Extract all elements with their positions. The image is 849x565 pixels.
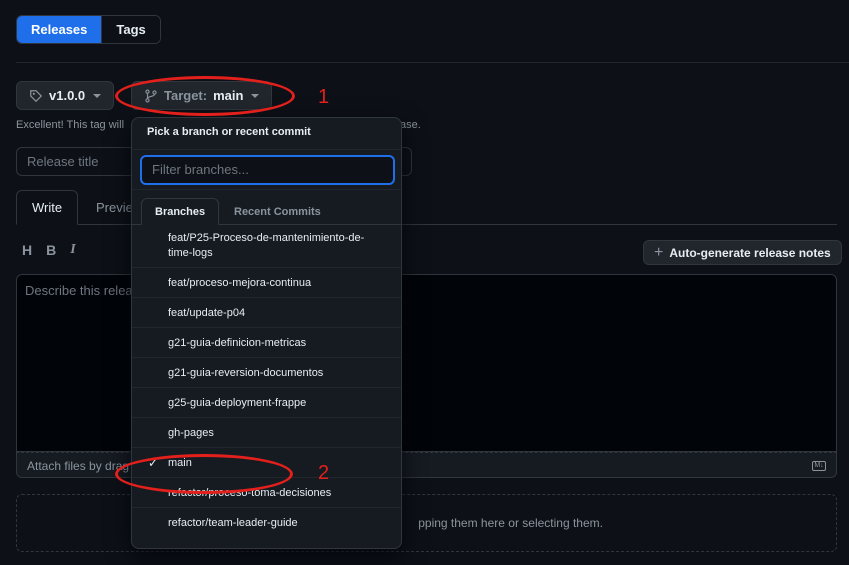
- divider: [16, 62, 849, 63]
- bold-button[interactable]: B: [46, 242, 56, 258]
- tab-releases[interactable]: Releases: [17, 16, 102, 43]
- branch-item[interactable]: feat/update-p04: [132, 297, 401, 327]
- annotation-number-2: 2: [318, 462, 330, 484]
- auto-generate-label: Auto-generate release notes: [669, 245, 831, 260]
- annotation-ellipse-1: [115, 76, 295, 116]
- branch-name: gh-pages: [168, 426, 214, 439]
- chevron-down-icon: [93, 93, 102, 98]
- branch-name: refactor/team-leader-guide: [168, 516, 298, 529]
- tag-helper-text-tail: ase.: [400, 119, 421, 131]
- tag-select-label: v1.0.0: [49, 88, 86, 103]
- branch-name: feat/proceso-mejora-continua: [168, 276, 312, 289]
- filter-wrap: Filter branches...: [132, 150, 401, 190]
- branch-item[interactable]: g21-guia-definicion-metricas: [132, 327, 401, 357]
- markdown-toolbar: H B I: [22, 242, 76, 258]
- attach-files-label: Attach files by drag: [27, 459, 130, 473]
- tag-icon: [30, 89, 43, 102]
- branch-item[interactable]: feat/P25-Proceso-de-mantenimiento-de-tim…: [132, 225, 401, 267]
- branch-item[interactable]: feat/proceso-mejora-continua: [132, 267, 401, 297]
- branch-name: feat/update-p04: [168, 306, 246, 319]
- tab-recent-commits[interactable]: Recent Commits: [221, 198, 334, 225]
- filter-branches-input[interactable]: Filter branches...: [140, 155, 395, 185]
- markdown-icon: M↓: [812, 461, 826, 471]
- branch-name: feat/P25-Proceso-de-mantenimiento-de-tim…: [168, 232, 365, 259]
- releases-tags-switch: Releases Tags: [16, 15, 161, 44]
- branch-item[interactable]: g21-guia-reversion-documentos: [132, 357, 401, 387]
- plus-icon: +: [654, 243, 664, 261]
- branch-name: g21-guia-definicion-metricas: [168, 336, 307, 349]
- tab-write[interactable]: Write: [16, 190, 79, 225]
- dropzone-text: pping them here or selecting them.: [418, 516, 603, 530]
- branch-item[interactable]: g25-guia-deployment-frappe: [132, 387, 401, 417]
- branch-name: g25-guia-deployment-frappe: [168, 396, 307, 409]
- branch-picker-tabs: Branches Recent Commits: [132, 190, 401, 225]
- tab-tags[interactable]: Tags: [101, 16, 160, 43]
- tag-select-button[interactable]: v1.0.0: [16, 81, 115, 110]
- tab-branches[interactable]: Branches: [141, 198, 220, 225]
- branch-picker-header: Pick a branch or recent commit: [132, 118, 401, 150]
- heading-button[interactable]: H: [22, 242, 32, 258]
- annotation-number-1: 1: [318, 86, 330, 108]
- tag-helper-text: Excellent! This tag will: [16, 119, 125, 131]
- italic-button[interactable]: I: [70, 242, 75, 258]
- auto-generate-notes-button[interactable]: + Auto-generate release notes: [643, 240, 842, 265]
- branch-item[interactable]: gh-pages: [132, 417, 401, 447]
- branch-name: g21-guia-reversion-documentos: [168, 366, 324, 379]
- branch-item[interactable]: refactor/team-leader-guide: [132, 507, 401, 537]
- annotation-ellipse-2: [115, 454, 293, 494]
